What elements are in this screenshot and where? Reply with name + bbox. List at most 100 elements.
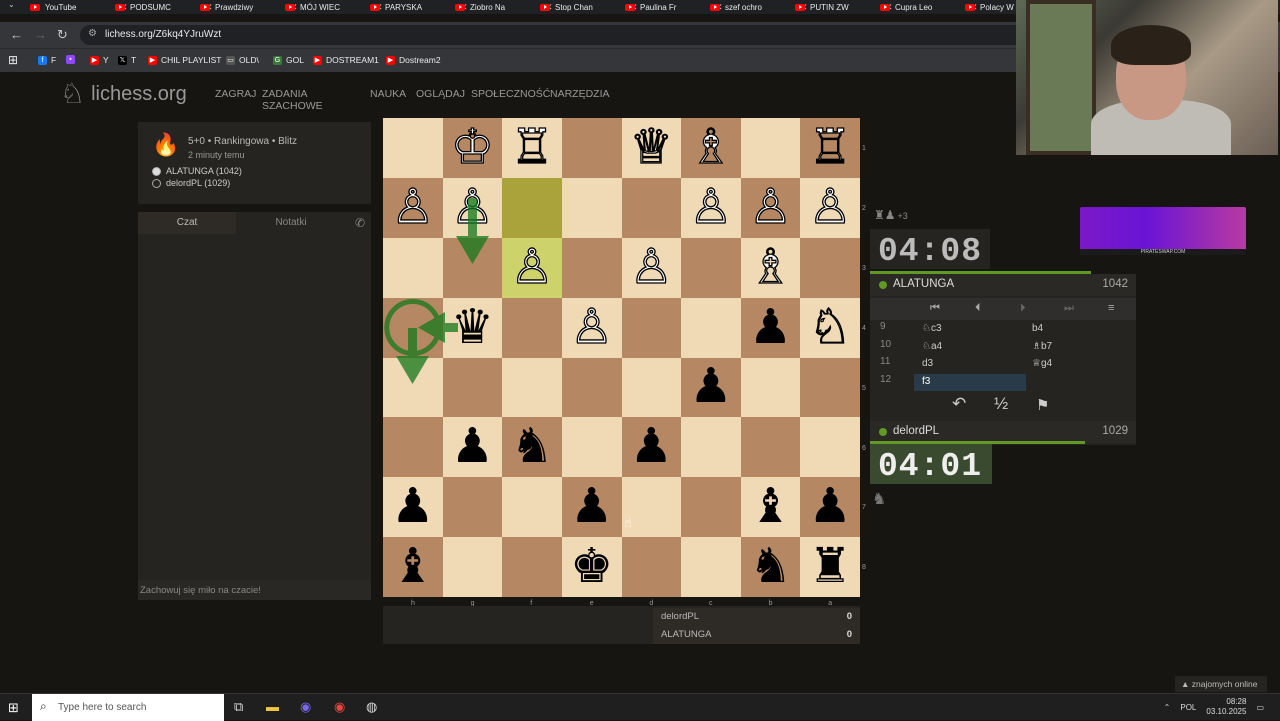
board-square[interactable]: ♝ [740,477,801,538]
offer-draw-button[interactable]: ½ [994,394,1008,414]
board-square[interactable] [800,357,860,418]
chess-piece[interactable]: ♟ [689,363,732,411]
chess-piece[interactable]: ♟ [809,483,852,531]
board-square[interactable] [442,477,503,538]
board-square[interactable] [621,177,682,238]
board-square[interactable] [740,417,801,478]
bookmark-item[interactable]: 𝕏T [118,55,136,65]
board-square[interactable] [681,237,741,298]
board-square[interactable] [561,177,622,238]
chess-piece[interactable]: ♘ [808,302,852,351]
chess-piece[interactable]: ♟ [630,423,673,471]
board-square[interactable]: ♟ [740,297,801,358]
obs-icon[interactable]: ◍ [366,699,377,715]
chess-board[interactable]: ♔ ♖ ♕ ♗ ♖ ♙ ♙ ♙ ♙ ♙ ♙ ♙ ♗ ♛ ♙ ♟ ♘ ♟ ♟ ♞ ♟ ♟ ♟ ♝ ♟ ♝ ♚ ♞ ♜ [383,118,860,597]
board-square[interactable] [502,537,562,597]
tab-search-icon[interactable]: ⌄ [8,0,15,9]
tab-chat[interactable]: Czat [138,212,236,234]
reload-icon[interactable]: ↻ [57,27,68,43]
board-square[interactable]: ♘ [800,297,860,358]
board-square[interactable]: ♙ [740,177,801,238]
board-square[interactable] [561,357,622,418]
chess-piece[interactable]: ♙ [391,183,435,232]
board-square[interactable]: ♙ [442,177,503,238]
bookmark-item[interactable]: fF [38,55,56,65]
chess-piece[interactable]: ♔ [450,123,494,172]
chess-piece[interactable]: ♝ [391,543,434,591]
black-move[interactable]: ♕g4 [1026,356,1052,369]
board-square[interactable]: ♙ [502,237,562,298]
board-square[interactable] [621,357,682,418]
board-square[interactable]: ♖ [502,118,562,178]
board-square[interactable] [502,297,562,358]
white-move[interactable]: d3 [914,356,1026,373]
board-square[interactable]: ♙ [383,177,443,238]
chess-piece[interactable]: ♜ [809,543,852,591]
white-move[interactable]: ♘c3 [914,321,1026,338]
board-square[interactable] [621,537,682,597]
board-square[interactable]: ♔ [442,118,503,178]
chess-piece[interactable]: ♚ [570,543,613,591]
chess-piece[interactable]: ♛ [451,303,494,352]
board-square[interactable]: ♙ [621,237,682,298]
browser-tab[interactable]: Paulina Fr✕ [625,0,723,14]
chess-piece[interactable]: ♙ [689,183,733,232]
board-square[interactable] [561,417,622,478]
black-move[interactable]: b4 [1026,321,1043,334]
browser-tab[interactable]: Ziobro Na✕ [455,0,553,14]
url-field[interactable]: ⚙ lichess.org/Z6kq4YJruWzt [80,25,1030,45]
black-move[interactable]: ♗b7 [1026,339,1052,352]
board-square[interactable] [502,177,562,238]
board-square[interactable] [442,237,503,298]
forward-icon[interactable]: → [34,27,47,42]
board-square[interactable]: ♟ [621,417,682,478]
board-square[interactable]: ♕ [621,118,682,178]
board-square[interactable] [383,118,443,178]
last-move-icon[interactable]: ⏭ [1064,302,1074,315]
ad-banner[interactable]: PIRATESWAP.COM [1080,207,1246,255]
clock-area[interactable]: 08:28 03.10.2025 [1206,697,1246,717]
nav-play[interactable]: ZAGRAJ [215,88,256,100]
prev-move-icon[interactable]: ⏴ [975,302,981,315]
white-move[interactable]: f3 [914,373,1026,391]
nav-community[interactable]: SPOŁECZNOŚĆ [471,88,550,100]
board-square[interactable] [621,297,682,358]
browser-tab[interactable]: YouTube✕ [30,0,128,14]
chess-piece[interactable]: ♟ [451,423,494,471]
board-square[interactable]: ♗ [740,237,801,298]
board-square[interactable] [681,297,741,358]
black-move[interactable] [1026,374,1032,376]
black-player-row[interactable]: delordPL (1029) [152,178,230,188]
bookmark-item[interactable]: ▶ Y [90,55,109,65]
chess-piece[interactable]: ♙ [570,302,614,351]
chess-piece[interactable]: ♞ [511,423,554,471]
bookmark-item[interactable]: G GOL [273,55,304,65]
windows-start-icon[interactable]: ⊞ [8,700,19,716]
board-square[interactable]: ♞ [740,537,801,597]
bookmark-item[interactable]: ▶ CHIL PLAYLIST [148,55,221,65]
chess-piece[interactable]: ♗ [748,243,792,292]
bookmark-item[interactable]: ▪ [66,55,79,64]
board-square[interactable]: ♚ [561,537,622,597]
bookmark-item[interactable]: ▶ DOSTREAM1 [313,55,379,65]
bookmark-item[interactable]: ▭ OLD\ [226,55,259,65]
chess-piece[interactable]: ♕ [629,123,673,172]
nav-puzzles[interactable]: ZADANIA SZACHOWE [262,88,323,112]
board-square[interactable] [383,297,443,358]
opponent-name-row[interactable]: ALATUNGA 1042 [870,274,1136,296]
board-square[interactable]: ♟ [442,417,503,478]
chess-piece[interactable]: ♟ [570,483,613,531]
bookmark-item[interactable]: ▶ Dostream2 [386,55,441,65]
takeback-icon[interactable]: ↶ [952,394,966,414]
board-square[interactable] [740,357,801,418]
board-square[interactable] [442,357,503,418]
chess-piece[interactable]: ♟ [749,303,792,352]
board-square[interactable] [681,417,741,478]
board-square[interactable]: ♙ [561,297,622,358]
tab-notes[interactable]: Notatki [236,212,346,234]
white-player-row[interactable]: ALATUNGA (1042) [152,166,242,176]
next-move-icon[interactable]: ⏵ [1020,302,1026,315]
board-square[interactable]: ♞ [502,417,562,478]
board-square[interactable] [800,237,860,298]
chess-piece[interactable]: ♙ [748,183,792,232]
